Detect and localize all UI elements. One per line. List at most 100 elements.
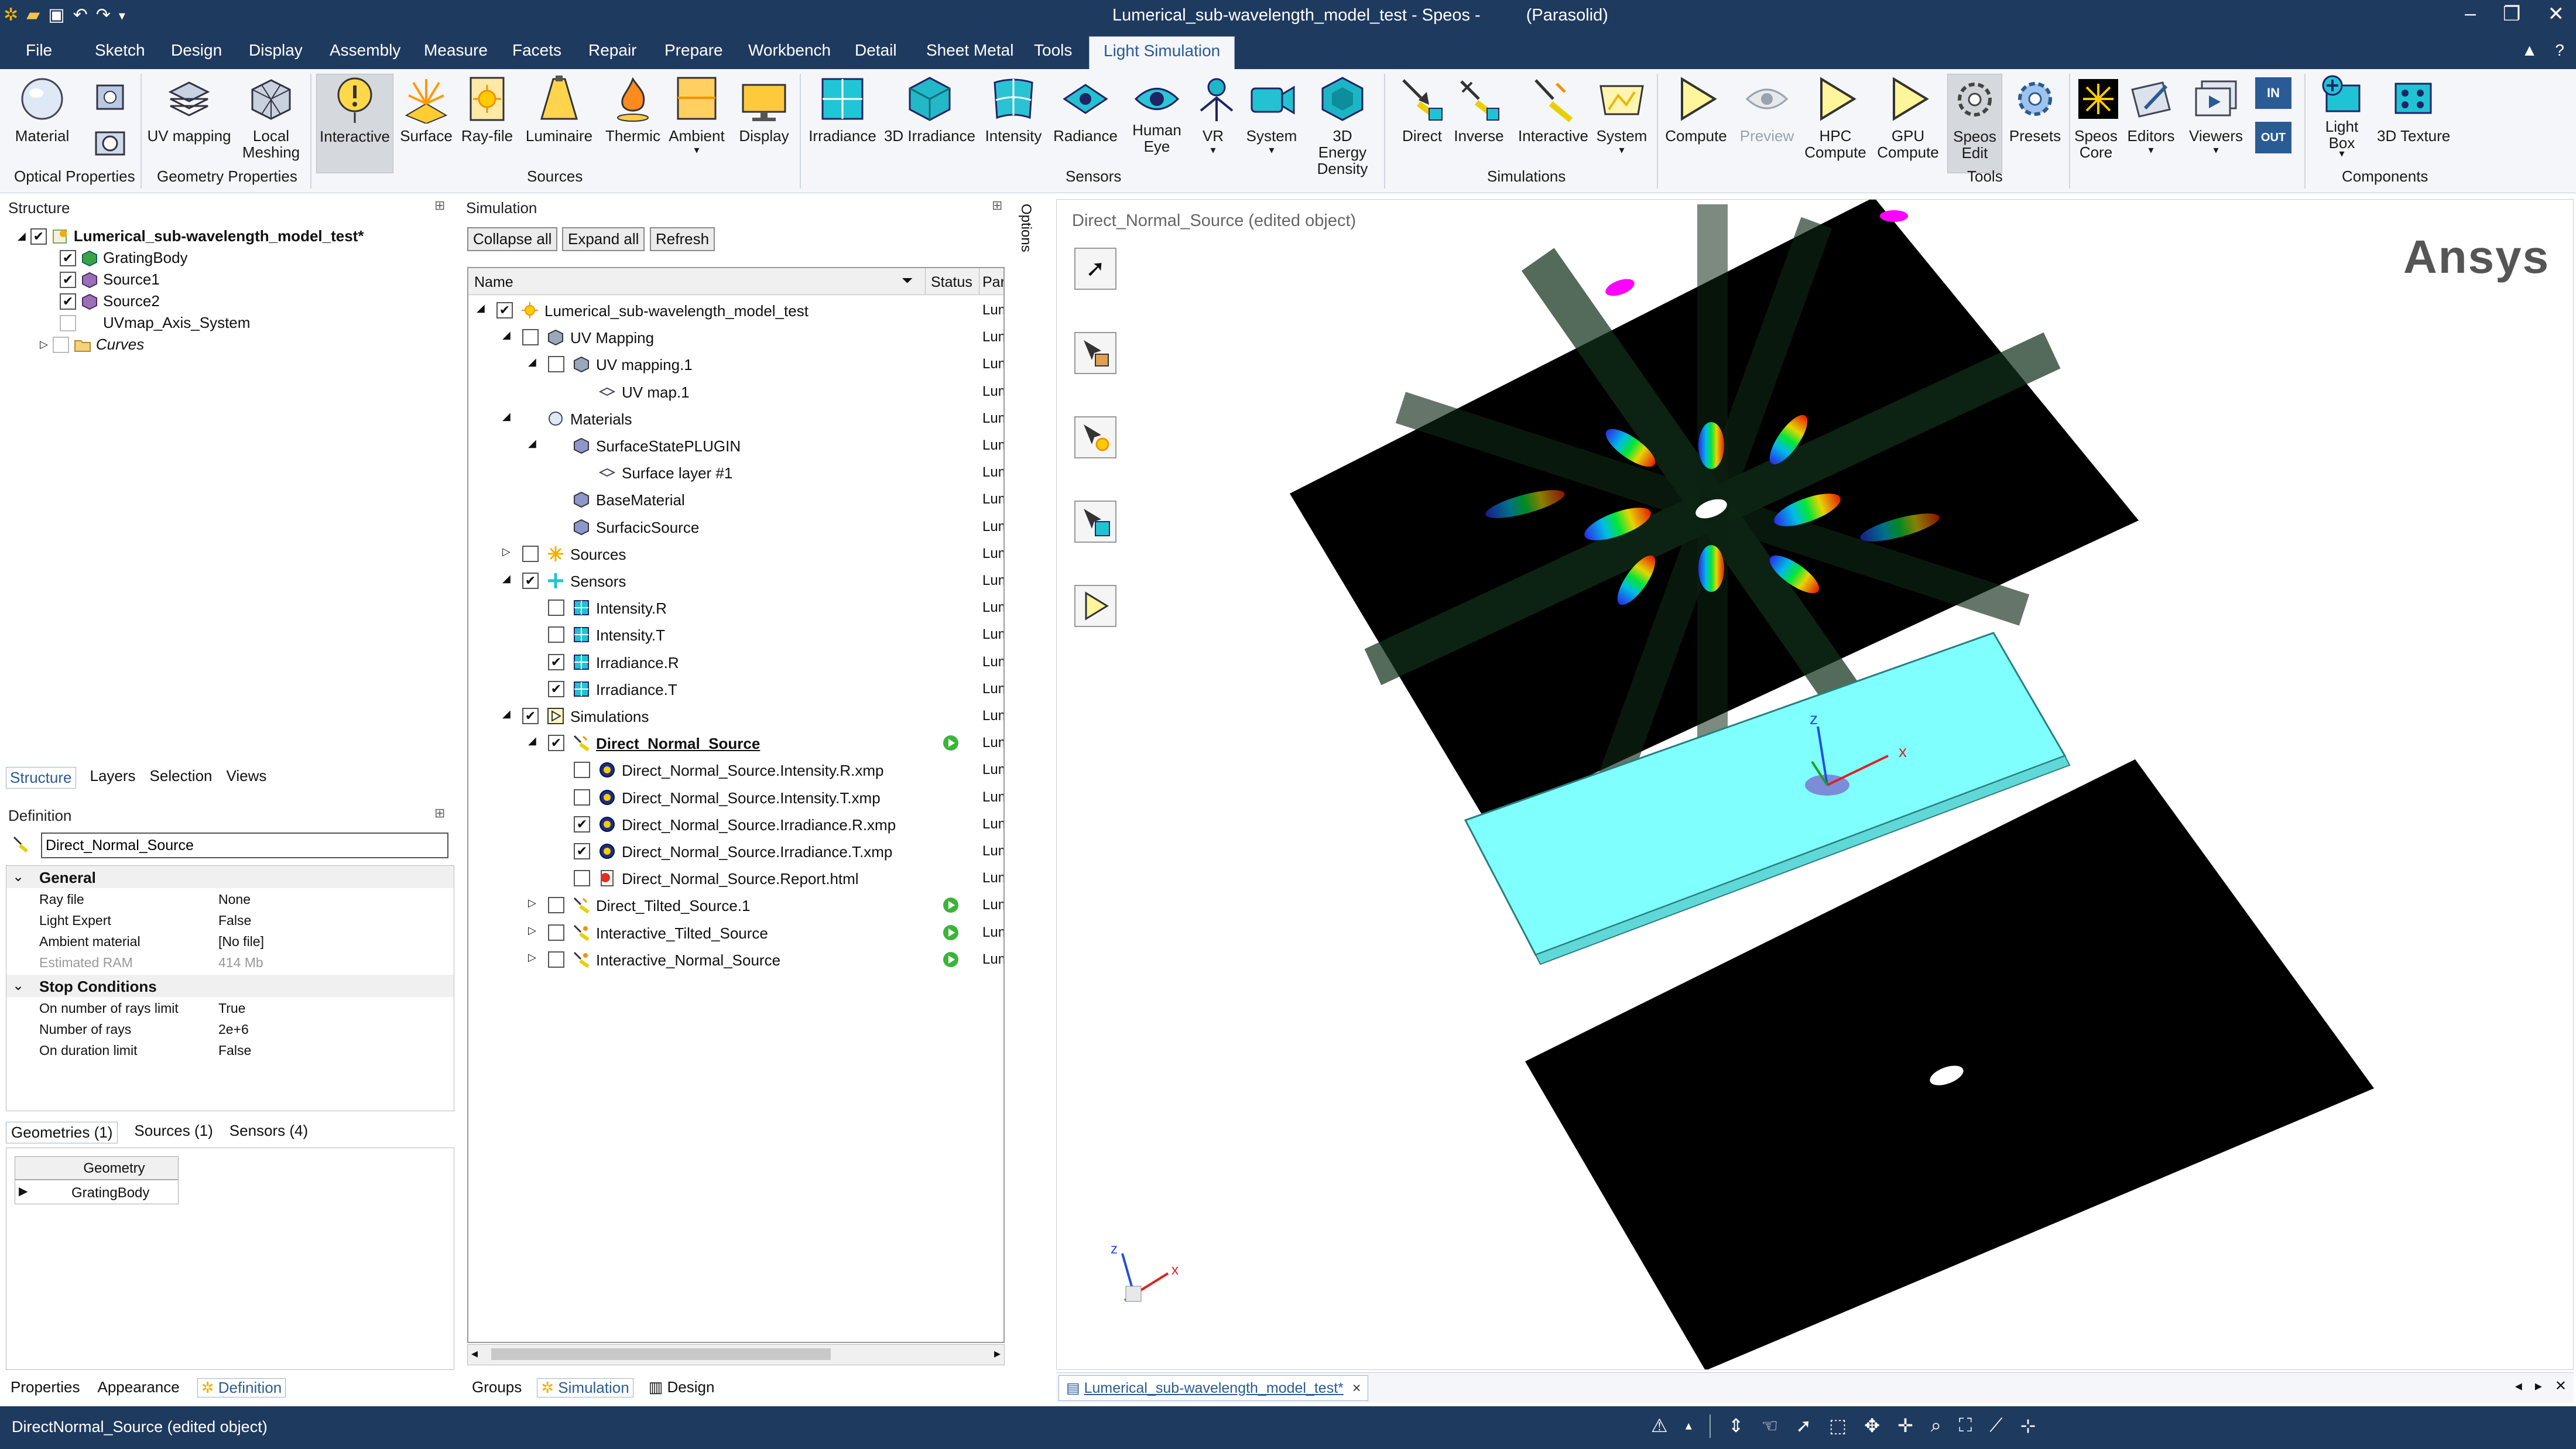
simulation-tree-row[interactable]: ▷ Interactive_Normal_Source Lum: [468, 947, 1003, 974]
scroll-right-icon[interactable]: ▸: [994, 1346, 1001, 1361]
material-button[interactable]: Material: [7, 74, 77, 173]
scrollbar-thumb[interactable]: [491, 1348, 831, 1360]
property-value[interactable]: True: [218, 1001, 245, 1016]
filter-icon[interactable]: ⏷: [902, 273, 913, 289]
property-value[interactable]: 2e+6: [218, 1022, 249, 1037]
tab-sources[interactable]: Sources (1): [134, 1122, 213, 1143]
menu-prepare[interactable]: Prepare: [664, 41, 723, 60]
simulation-tree-row[interactable]: ✔ Direct_Normal_Source.Irradiance.T.xmp Lu…: [468, 838, 1003, 865]
expand-arrow-icon[interactable]: ◢: [18, 230, 26, 242]
tab-next-icon[interactable]: ▸: [2535, 1378, 2542, 1395]
checkbox[interactable]: [574, 870, 590, 887]
property-value[interactable]: None: [218, 892, 251, 907]
simulation-tree-row[interactable]: ▷ Direct_Tilted_Source.1 Lum: [468, 892, 1003, 919]
simulation-tree-row[interactable]: ◢ SurfaceStatePLUGIN Lum: [468, 433, 1003, 460]
import-in-button[interactable]: IN: [2255, 77, 2291, 109]
optical-property-icon[interactable]: [91, 78, 129, 116]
column-status[interactable]: Status: [931, 274, 972, 291]
ambient-dropdown-icon[interactable]: ▾: [667, 144, 726, 156]
simulation-tree-row[interactable]: ◢ ✔ Direct_Normal_Source Lum: [468, 730, 1003, 757]
property-value[interactable]: False: [218, 913, 251, 929]
status-dropdown-icon[interactable]: ▴: [1686, 1414, 1692, 1438]
collapse-icon[interactable]: ⌄: [12, 868, 24, 885]
preview-button[interactable]: Preview: [1732, 74, 1802, 173]
simulation-tree-row[interactable]: ◢ Materials Lum: [468, 406, 1003, 433]
menu-tools[interactable]: Tools: [1034, 41, 1072, 60]
source-marker[interactable]: [1880, 210, 1908, 222]
simulation-tree-row[interactable]: ◢ ✔ Lumerical_sub-wavelength_model_test Lum: [468, 297, 1003, 324]
expand-arrow-icon[interactable]: ◢: [528, 356, 536, 368]
menu-sketch[interactable]: Sketch: [95, 41, 145, 60]
checkbox[interactable]: ✔: [548, 735, 564, 752]
checkbox[interactable]: ✔: [522, 573, 539, 589]
options-side-tab[interactable]: Options: [1014, 199, 1037, 269]
3d-irradiance-button[interactable]: 3D Irradiance: [883, 74, 977, 173]
geometry-row[interactable]: ▶ GratingBody: [15, 1180, 179, 1204]
pin-icon[interactable]: ⊞: [434, 198, 445, 213]
intensity-sensor-button[interactable]: Intensity: [981, 74, 1046, 173]
expand-arrow-icon[interactable]: ▷: [40, 338, 48, 351]
tree-item-root[interactable]: ◢ ✔ Lumerical_sub-wavelength_model_test*: [18, 227, 364, 245]
customize-dropdown-icon[interactable]: ▾: [119, 5, 125, 25]
collapse-all-button[interactable]: Collapse all: [467, 227, 558, 251]
tree-item-uvmap-axis[interactable]: UVmap_Axis_System: [60, 314, 250, 332]
tab-selection[interactable]: Selection: [150, 767, 213, 789]
tree-item-source1[interactable]: ✔ Source1: [60, 270, 160, 289]
undo-icon[interactable]: ↶: [73, 5, 88, 25]
checkbox[interactable]: ✔: [30, 228, 47, 245]
optical-property-2-icon[interactable]: [91, 124, 129, 162]
menu-design[interactable]: Design: [171, 41, 222, 60]
checkbox[interactable]: [60, 314, 76, 331]
expand-arrow-icon[interactable]: ▷: [528, 897, 536, 909]
checkbox[interactable]: [548, 951, 564, 968]
tree-item-source2[interactable]: ✔ Source2: [60, 292, 160, 310]
menu-facets[interactable]: Facets: [512, 41, 561, 60]
property-section-general[interactable]: ⌄ General: [6, 866, 454, 888]
hpc-compute-button[interactable]: HPC Compute: [1803, 74, 1868, 173]
spin-icon[interactable]: ⇕: [1728, 1414, 1744, 1438]
pin-icon[interactable]: ⊞: [992, 198, 1002, 213]
snap-icon[interactable]: ⊹: [2020, 1414, 2036, 1438]
simulation-tree-row[interactable]: ◢ ✔ Sensors Lum: [468, 568, 1003, 595]
simulation-tree-row[interactable]: ✔ Irradiance.T Lum: [468, 676, 1003, 703]
fit-icon[interactable]: ⛶: [1959, 1414, 1972, 1438]
expand-arrow-icon[interactable]: ◢: [502, 410, 511, 423]
open-folder-icon[interactable]: ▰: [26, 5, 40, 25]
simulation-tree-row[interactable]: Direct_Normal_Source.Report.html Lum: [468, 865, 1003, 892]
interactive-source-button[interactable]: Interactive: [316, 74, 393, 173]
source-marker[interactable]: [1603, 276, 1636, 299]
help-icon[interactable]: ?: [2555, 41, 2564, 60]
orient-icon[interactable]: ✥: [1864, 1414, 1880, 1438]
tab-definition[interactable]: ✲ Definition: [197, 1378, 286, 1397]
simulation-tree-row[interactable]: Intensity.T Lum: [468, 622, 1003, 649]
move-icon[interactable]: ✛: [1897, 1414, 1913, 1438]
document-tab[interactable]: ▤ Lumerical_sub-wavelength_model_test* ×: [1059, 1375, 1369, 1401]
simulation-tree-row[interactable]: BaseMaterial Lum: [468, 487, 1003, 513]
thermic-button[interactable]: Thermic: [601, 74, 665, 173]
ambient-button[interactable]: Ambient ▾: [667, 74, 726, 173]
simulation-tree-row[interactable]: UV map.1 Lum: [468, 379, 1003, 406]
viewers-dropdown-icon[interactable]: ▾: [2184, 144, 2248, 156]
tab-design[interactable]: ▥ Design: [649, 1378, 715, 1397]
tab-prev-icon[interactable]: ◂: [2515, 1378, 2522, 1395]
presets-button[interactable]: Presets: [2006, 74, 2064, 173]
horizontal-scrollbar[interactable]: ◂ ▸: [467, 1344, 1005, 1365]
tree-item-gratingbody[interactable]: ✔ GratingBody: [60, 249, 188, 267]
status-run-icon[interactable]: [941, 950, 960, 973]
property-value[interactable]: False: [218, 1043, 251, 1059]
redo-icon[interactable]: ↷: [96, 5, 111, 25]
scroll-left-icon[interactable]: ◂: [471, 1346, 478, 1361]
menu-repair[interactable]: Repair: [588, 41, 636, 60]
status-run-icon[interactable]: [941, 896, 960, 919]
status-run-icon[interactable]: [941, 734, 960, 756]
simulation-tree-row[interactable]: Direct_Normal_Source.Intensity.T.xmp Lum: [468, 785, 1003, 811]
checkbox[interactable]: [522, 545, 539, 562]
system-sensor-dropdown-icon[interactable]: ▾: [1239, 144, 1304, 156]
close-tab-icon[interactable]: ×: [1352, 1380, 1361, 1396]
menu-display[interactable]: Display: [249, 41, 303, 60]
menu-assembly[interactable]: Assembly: [330, 41, 400, 60]
viewers-button[interactable]: Viewers ▾: [2184, 74, 2248, 173]
tab-views[interactable]: Views: [227, 767, 267, 789]
tab-structure[interactable]: Structure: [6, 767, 76, 789]
local-meshing-button[interactable]: Local Meshing: [239, 74, 303, 173]
